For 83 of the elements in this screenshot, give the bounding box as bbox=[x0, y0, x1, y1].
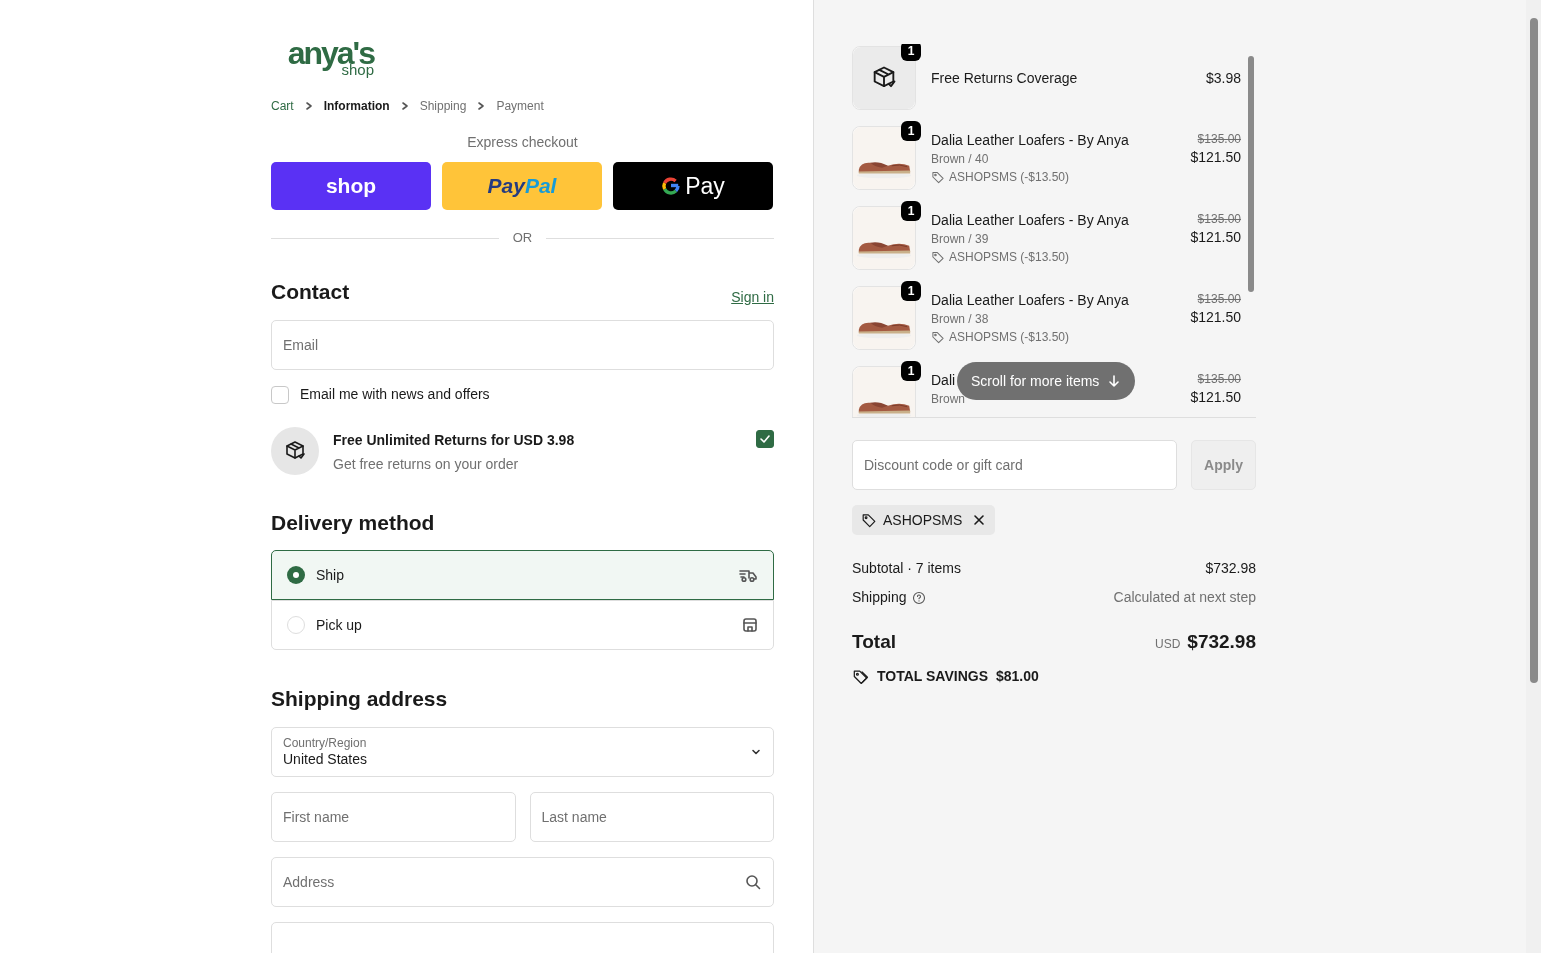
input-field[interactable]: Email bbox=[271, 319, 774, 370]
delivery-option[interactable]: Pick up bbox=[271, 600, 774, 650]
item-title: Dalia Leather Loafers - By Anya bbox=[931, 291, 1129, 310]
discount-chip[interactable]: ASHOPSMS bbox=[852, 505, 996, 535]
delivery-option[interactable]: Ship bbox=[271, 550, 774, 600]
checkbox-label: Email me with news and offers bbox=[300, 385, 490, 404]
section-title: Express checkout bbox=[466, 133, 579, 152]
item-price: $121.50 bbox=[1190, 308, 1241, 327]
search-icon bbox=[745, 873, 761, 890]
total-value: $732.98 bbox=[1187, 630, 1256, 654]
radio-button[interactable] bbox=[287, 566, 305, 584]
input-field[interactable]: Discount code or gift card bbox=[852, 440, 1177, 490]
discount-label: ASHOPSMS (-$13.50) bbox=[949, 249, 1070, 266]
field-value: United States bbox=[283, 750, 369, 768]
input-field[interactable]: First name bbox=[271, 791, 516, 842]
radio-button[interactable] bbox=[287, 616, 305, 634]
paypal-button[interactable]: PayPal bbox=[442, 162, 602, 210]
offer-subtitle: Get free returns on your order bbox=[333, 454, 520, 474]
original-price: $135.00 bbox=[1197, 291, 1241, 307]
tag-icon bbox=[931, 250, 945, 264]
item-price: $121.50 bbox=[1190, 148, 1241, 167]
quantity-badge: 1 bbox=[901, 361, 921, 381]
google-g-icon bbox=[661, 176, 682, 196]
item-variant: Brown / 39 bbox=[931, 231, 990, 248]
item-variant: Brown / 38 bbox=[931, 311, 990, 328]
item-title: Dalia Leather Loafers - By Anya bbox=[931, 131, 1129, 150]
item-variant: Brown / 40 bbox=[931, 151, 990, 168]
offer-title: Free Unlimited Returns for USD 3.98 bbox=[333, 430, 576, 450]
help-icon bbox=[911, 590, 926, 605]
google-pay-button[interactable]: Pay bbox=[613, 162, 773, 210]
store-icon bbox=[742, 617, 758, 633]
check-icon bbox=[759, 432, 771, 445]
chevron-right-icon bbox=[303, 101, 314, 111]
sign-in-link[interactable]: Sign in bbox=[731, 286, 774, 308]
item-price: $3.98 bbox=[1205, 69, 1241, 88]
section-heading: Shipping address bbox=[271, 686, 449, 712]
country-select[interactable]: Country/Region United States bbox=[271, 726, 774, 777]
breadcrumb-link[interactable]: Shipping bbox=[419, 97, 467, 115]
summary-label: Shipping bbox=[852, 588, 907, 607]
divider-label: OR bbox=[511, 229, 534, 248]
quantity-badge: 1 bbox=[901, 201, 921, 221]
item-price: $121.50 bbox=[1190, 228, 1241, 247]
breadcrumb-link[interactable]: Cart bbox=[271, 97, 294, 115]
breadcrumb-link[interactable]: Payment bbox=[496, 97, 544, 115]
discount-label: ASHOPSMS (-$13.50) bbox=[949, 169, 1070, 186]
tag-icon bbox=[931, 170, 945, 184]
shop-pay-button[interactable]: shop bbox=[271, 162, 431, 210]
input-field[interactable]: Last name bbox=[529, 791, 774, 842]
original-price: $135.00 bbox=[1197, 211, 1241, 227]
currency-code: USD bbox=[1154, 636, 1181, 653]
tag-icon bbox=[861, 512, 877, 528]
original-price: $135.00 bbox=[1197, 131, 1241, 147]
original-price: $135.00 bbox=[1197, 371, 1241, 387]
total-label: Total bbox=[852, 630, 896, 654]
summary-value: Calculated at next step bbox=[1113, 588, 1256, 607]
discount-label: ASHOPSMS (-$13.50) bbox=[949, 329, 1070, 346]
tag-icon bbox=[852, 667, 869, 685]
item-title: Dali bbox=[931, 371, 956, 390]
chevron-right-icon bbox=[476, 101, 487, 111]
truck-icon bbox=[738, 567, 758, 583]
tag-icon bbox=[931, 330, 945, 344]
summary-label: Subtotal · 7 items bbox=[852, 559, 961, 578]
item-price: $121.50 bbox=[1190, 388, 1241, 407]
section-heading: Delivery method bbox=[271, 509, 436, 536]
item-title: Free Returns Coverage bbox=[931, 69, 1078, 88]
section-heading: Contact bbox=[271, 279, 350, 305]
savings-value: $81.00 bbox=[996, 666, 1039, 686]
breadcrumb-link[interactable]: Information bbox=[323, 97, 390, 115]
savings-label: TOTAL SAVINGS bbox=[877, 666, 988, 686]
quantity-badge: 1 bbox=[901, 121, 921, 141]
checkbox[interactable] bbox=[756, 429, 774, 448]
option-label: Pick up bbox=[316, 615, 363, 635]
option-label: Ship bbox=[316, 565, 346, 585]
field-label: Country/Region bbox=[283, 735, 368, 750]
page-scrollbar[interactable] bbox=[1526, 0, 1541, 953]
chevron-right-icon bbox=[399, 101, 410, 111]
item-title: Dalia Leather Loafers - By Anya bbox=[931, 211, 1129, 230]
summary-value: $732.98 bbox=[1205, 559, 1256, 578]
quantity-badge: 1 bbox=[901, 281, 921, 301]
quantity-badge: 1 bbox=[901, 44, 921, 61]
arrow-down-icon bbox=[1107, 374, 1122, 388]
input-field[interactable]: Address bbox=[271, 856, 774, 907]
close-icon bbox=[972, 513, 987, 527]
